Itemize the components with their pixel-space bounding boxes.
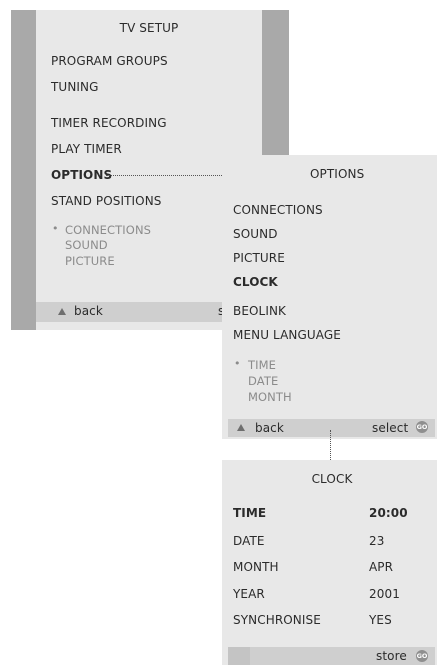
options-item-beolink[interactable]: BEOLINK	[233, 304, 286, 318]
menu-item-options[interactable]: OPTIONS	[51, 168, 112, 182]
clock-row-date-value[interactable]: 23	[369, 534, 384, 548]
back-arrow-icon	[237, 424, 245, 431]
clock-title: CLOCK	[311, 472, 353, 486]
clock-row-month-label[interactable]: MONTH	[233, 560, 279, 574]
options-item-connections[interactable]: CONNECTIONS	[233, 203, 323, 217]
options-item-sound[interactable]: SOUND	[233, 227, 278, 241]
sub-item-connections: CONNECTIONS	[65, 223, 152, 237]
clock-row-date-label[interactable]: DATE	[233, 534, 265, 548]
go-button-icon[interactable]: GO	[416, 650, 428, 662]
options-sub-time: TIME	[248, 358, 277, 372]
tv-setup-left-bar	[11, 10, 36, 330]
options-sub-month: MONTH	[248, 390, 292, 404]
menu-item-play-timer[interactable]: PLAY TIMER	[51, 142, 122, 156]
options-sub-date: DATE	[248, 374, 279, 388]
sub-item-bullet: •	[52, 222, 59, 235]
clock-row-year-value[interactable]: 2001	[369, 587, 400, 601]
menu-item-tuning[interactable]: TUNING	[51, 80, 99, 94]
tv-setup-title: TV SETUP	[119, 21, 179, 35]
menu-item-program-groups[interactable]: PROGRAM GROUPS	[51, 54, 168, 68]
sub-item-picture: PICTURE	[65, 254, 115, 268]
clock-store-label[interactable]: store	[376, 649, 407, 663]
options-title: OPTIONS	[310, 167, 365, 181]
options-select-label[interactable]: select	[372, 421, 408, 435]
options-item-picture[interactable]: PICTURE	[233, 251, 285, 265]
clock-row-time-label[interactable]: TIME	[233, 506, 266, 520]
clock-footer-left-segment	[228, 647, 250, 665]
back-label[interactable]: back	[74, 304, 103, 318]
sub-item-sound: SOUND	[65, 238, 108, 252]
clock-row-synchronise-value[interactable]: YES	[369, 613, 392, 627]
clock-connector-line	[330, 430, 331, 460]
menu-item-stand-positions[interactable]: STAND POSITIONS	[51, 194, 162, 208]
options-item-clock[interactable]: CLOCK	[233, 275, 278, 289]
options-item-menu-language[interactable]: MENU LANGUAGE	[233, 328, 341, 342]
options-sub-bullet: •	[234, 357, 241, 370]
clock-row-synchronise-label[interactable]: SYNCHRONISE	[233, 613, 321, 627]
options-back-label[interactable]: back	[255, 421, 284, 435]
go-button-icon[interactable]: GO	[416, 421, 428, 433]
back-arrow-icon	[58, 308, 66, 315]
clock-row-year-label[interactable]: YEAR	[233, 587, 265, 601]
clock-row-time-value[interactable]: 20:00	[369, 506, 408, 520]
menu-item-timer-recording[interactable]: TIMER RECORDING	[51, 116, 167, 130]
clock-row-month-value[interactable]: APR	[369, 560, 393, 574]
